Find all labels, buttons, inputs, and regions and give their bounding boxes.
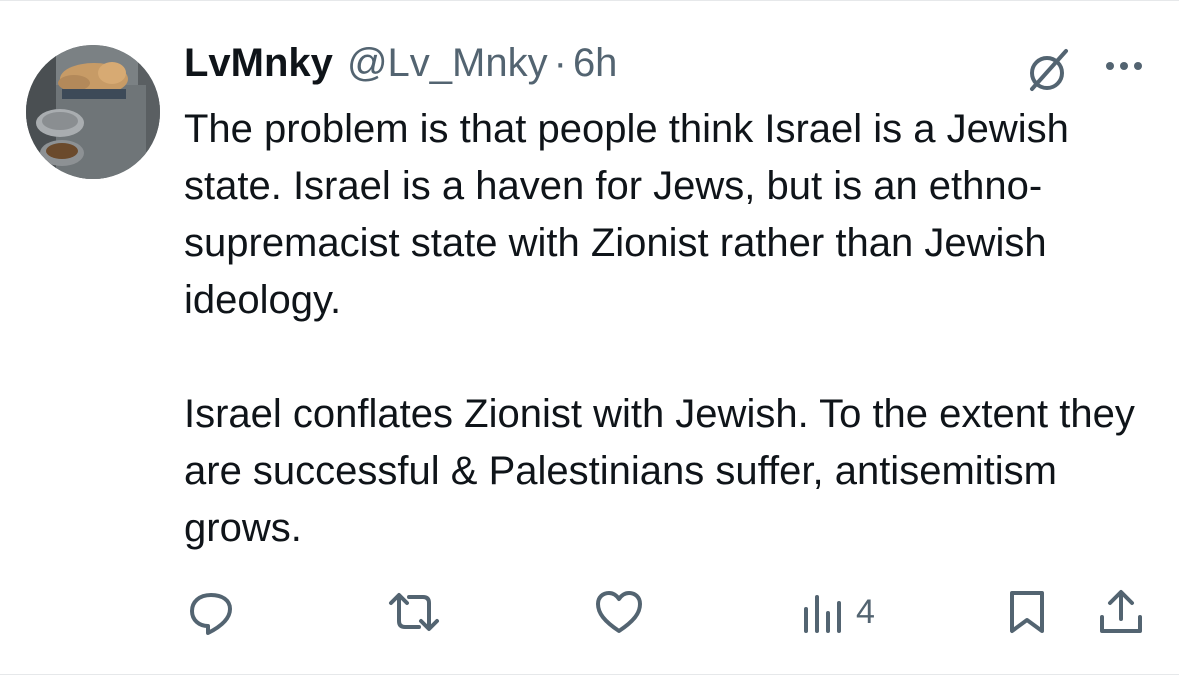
avatar[interactable] [26,45,160,179]
display-name[interactable]: LvMnky [184,41,333,86]
reply-button[interactable] [186,587,236,637]
timestamp[interactable]: 6h [573,41,618,86]
bookmark-button[interactable] [1006,587,1048,637]
more-icon[interactable] [1100,53,1148,79]
avatar-image [26,45,160,179]
separator-dot: · [553,41,567,85]
tweet-text: The problem is that people think Israel … [184,107,1135,550]
views-button[interactable]: 4 [800,587,875,637]
views-count: 4 [856,592,875,631]
tweet-header: LvMnky @Lv_Mnky · 6h [184,41,617,95]
retweet-icon [389,593,439,631]
reply-icon [190,593,232,635]
user-handle[interactable]: @Lv_Mnky [347,41,548,86]
retweet-button[interactable] [385,587,443,637]
share-icon [1100,590,1142,633]
views-icon [804,595,841,633]
grok-icon[interactable] [1024,45,1074,95]
share-button[interactable] [1096,587,1146,637]
like-button[interactable] [594,587,644,637]
like-icon [596,591,642,633]
tweet[interactable]: LvMnky @Lv_Mnky · 6h The problem is that… [0,0,1179,675]
bookmark-icon [1010,591,1044,633]
